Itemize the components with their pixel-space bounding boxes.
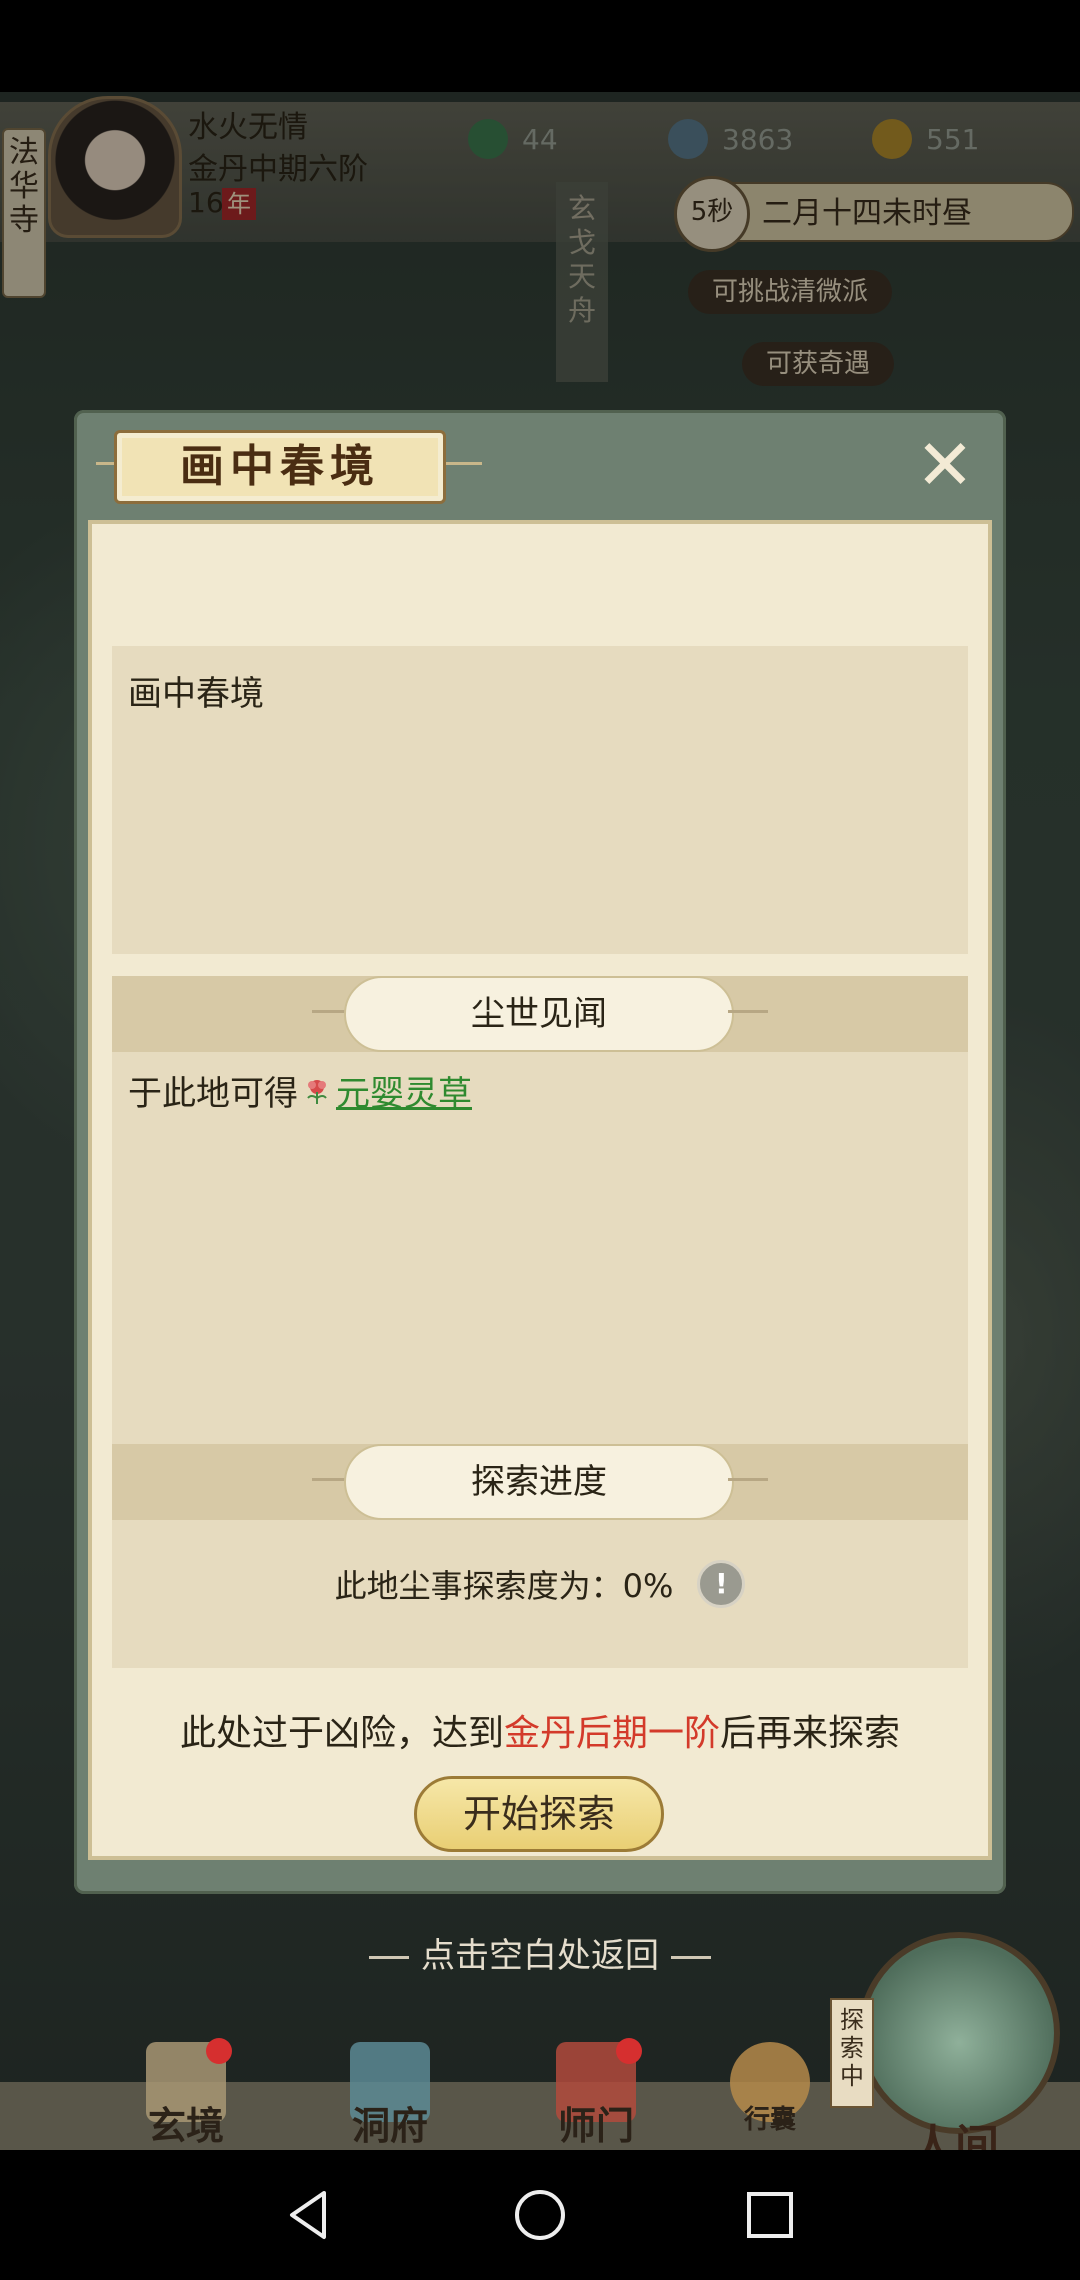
back-icon[interactable] xyxy=(280,2185,340,2245)
nav-item-xingnang[interactable]: 行囊 xyxy=(700,2042,840,2150)
progress-line: 此地尘事探索度为：0% ! xyxy=(112,1560,968,1608)
requirement-warning: 此处过于凶险，达到金丹后期一阶后再来探索 xyxy=(74,1704,1006,1756)
nav-label: 洞府 xyxy=(351,2103,428,2148)
notification-dot xyxy=(206,2038,232,2064)
progress-value: 0% xyxy=(622,1567,674,1605)
world-emblem xyxy=(858,1932,1060,2134)
close-button[interactable]: ✕ xyxy=(910,430,980,500)
section-decoration xyxy=(728,1478,768,1481)
notification-dot xyxy=(616,2038,642,2064)
nav-item-xuanjing[interactable]: 玄境 xyxy=(116,2038,256,2150)
location-dialog: 画中春境 ✕ 画中春境 尘世见闻 于此地可得 元婴灵草 探索进度 此地尘事探索度… xyxy=(74,410,1006,1894)
rewards-section-header: 尘世见闻 xyxy=(112,976,968,1052)
warning-prefix: 此处过于凶险，达到 xyxy=(179,1713,504,1754)
close-icon: ✕ xyxy=(915,424,975,506)
rewards-title-plaque: 尘世见闻 xyxy=(344,976,734,1052)
hint-decoration xyxy=(369,1956,409,1959)
progress-title: 探索进度 xyxy=(471,1462,607,1502)
close-hint-text: 点击空白处返回 xyxy=(421,1936,659,1976)
nav-label: 师门 xyxy=(557,2103,634,2148)
world-button[interactable]: 探索中 人间 xyxy=(830,1932,1080,2150)
home-icon[interactable] xyxy=(510,2185,570,2245)
progress-text: 此地尘事探索度为：0% xyxy=(335,1561,674,1607)
reward-prefix: 于此地可得 xyxy=(128,1074,298,1114)
exploring-tag: 探索中 xyxy=(830,1998,874,2108)
nav-item-shimen[interactable]: 师门 xyxy=(526,2038,666,2150)
progress-title-plaque: 探索进度 xyxy=(344,1444,734,1520)
section-decoration xyxy=(728,1010,768,1013)
warning-requirement: 金丹后期一阶 xyxy=(503,1713,720,1754)
rewards-body: 于此地可得 元婴灵草 xyxy=(112,1052,968,1444)
title-decoration xyxy=(446,462,482,465)
dialog-title-plaque: 画中春境 xyxy=(114,430,446,504)
nav-label: 行囊 xyxy=(743,2105,796,2135)
world-label: 人间 xyxy=(911,2121,999,2150)
rewards-title: 尘世见闻 xyxy=(471,994,607,1034)
start-explore-button[interactable]: 开始探索 xyxy=(414,1776,664,1852)
info-icon[interactable]: ! xyxy=(697,1560,746,1608)
progress-section-header: 探索进度 xyxy=(112,1444,968,1520)
game-screen: 法华寺 水火无情 金丹中期六阶 16 年 44 3863 551 玄戈天舟 5秒… xyxy=(0,92,1080,2150)
recent-apps-icon[interactable] xyxy=(740,2185,800,2245)
nav-label: 玄境 xyxy=(147,2103,224,2148)
description-box: 画中春境 xyxy=(112,646,968,954)
dialog-title: 画中春境 xyxy=(180,441,380,492)
reward-line: 于此地可得 元婴灵草 xyxy=(128,1066,472,1115)
hint-decoration xyxy=(671,1956,711,1959)
progress-label: 此地尘事探索度为： xyxy=(334,1567,623,1605)
android-nav-bar xyxy=(0,2150,1080,2280)
herb-icon xyxy=(307,1079,327,1104)
reward-item-link[interactable]: 元婴灵草 xyxy=(336,1066,472,1115)
status-bar xyxy=(0,0,1080,92)
warning-suffix: 后再来探索 xyxy=(720,1713,901,1754)
bottom-nav: 玄境 洞府 师门 行囊 探索中 人间 xyxy=(0,1932,1080,2150)
description-text: 画中春境 xyxy=(128,674,264,714)
nav-item-dongfu[interactable]: 洞府 xyxy=(320,2042,460,2150)
progress-body: 此地尘事探索度为：0% ! xyxy=(112,1520,968,1668)
